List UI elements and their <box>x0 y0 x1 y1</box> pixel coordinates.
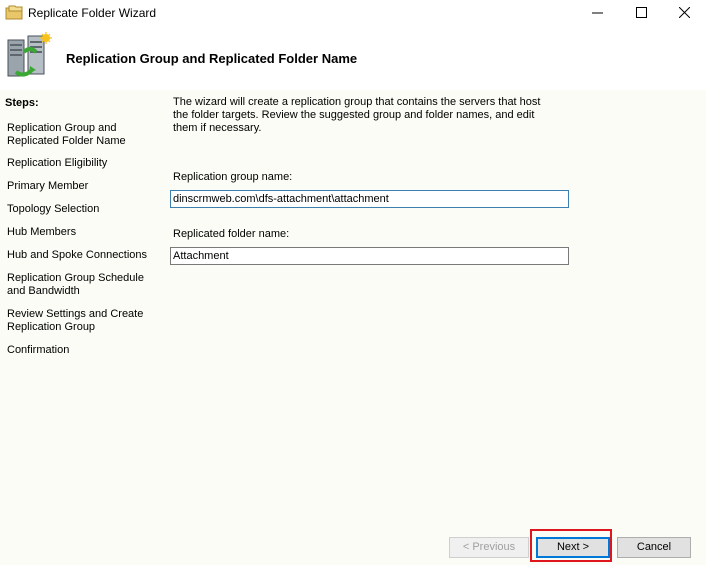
step-review-settings: Review Settings and Create Replication G… <box>7 308 144 333</box>
steps-heading: Steps: <box>5 97 39 109</box>
step-topology-selection: Topology Selection <box>7 203 100 215</box>
wizard-content: Steps: Replication Group and Replicated … <box>0 90 706 565</box>
replication-group-label: Replication group name: <box>173 171 293 183</box>
step-primary-member: Primary Member <box>7 180 89 192</box>
minimize-icon <box>592 12 603 14</box>
replication-servers-icon <box>6 32 52 80</box>
replicated-folder-label: Replicated folder name: <box>173 228 290 240</box>
wizard-header: Replication Group and Replicated Folder … <box>0 26 706 90</box>
previous-button[interactable]: < Previous <box>449 537 529 558</box>
step-schedule-bandwidth: Replication Group Schedule and Bandwidth <box>7 272 144 297</box>
step-confirmation: Confirmation <box>7 344 70 356</box>
intro-text: The wizard will create a replication gro… <box>173 96 541 134</box>
cancel-button[interactable]: Cancel <box>617 537 691 558</box>
maximize-icon <box>636 7 647 18</box>
step-hub-spoke-connections: Hub and Spoke Connections <box>7 249 148 261</box>
step-replication-eligibility: Replication Eligibility <box>7 157 108 169</box>
title-bar: Replicate Folder Wizard <box>0 0 706 26</box>
step-hub-members: Hub Members <box>7 226 77 238</box>
page-title: Replication Group and Replicated Folder … <box>66 51 358 66</box>
next-button-highlight <box>530 529 612 562</box>
step-replication-group-name: Replication Group and Replicated Folder … <box>7 122 126 147</box>
replicated-folder-input[interactable] <box>170 247 569 265</box>
replication-group-input[interactable] <box>170 190 569 208</box>
maximize-button[interactable] <box>619 0 663 26</box>
close-button[interactable] <box>662 0 706 26</box>
close-icon <box>679 7 690 18</box>
minimize-button[interactable] <box>575 0 619 26</box>
folder-wizard-icon <box>5 4 23 20</box>
window-title: Replicate Folder Wizard <box>28 6 157 20</box>
